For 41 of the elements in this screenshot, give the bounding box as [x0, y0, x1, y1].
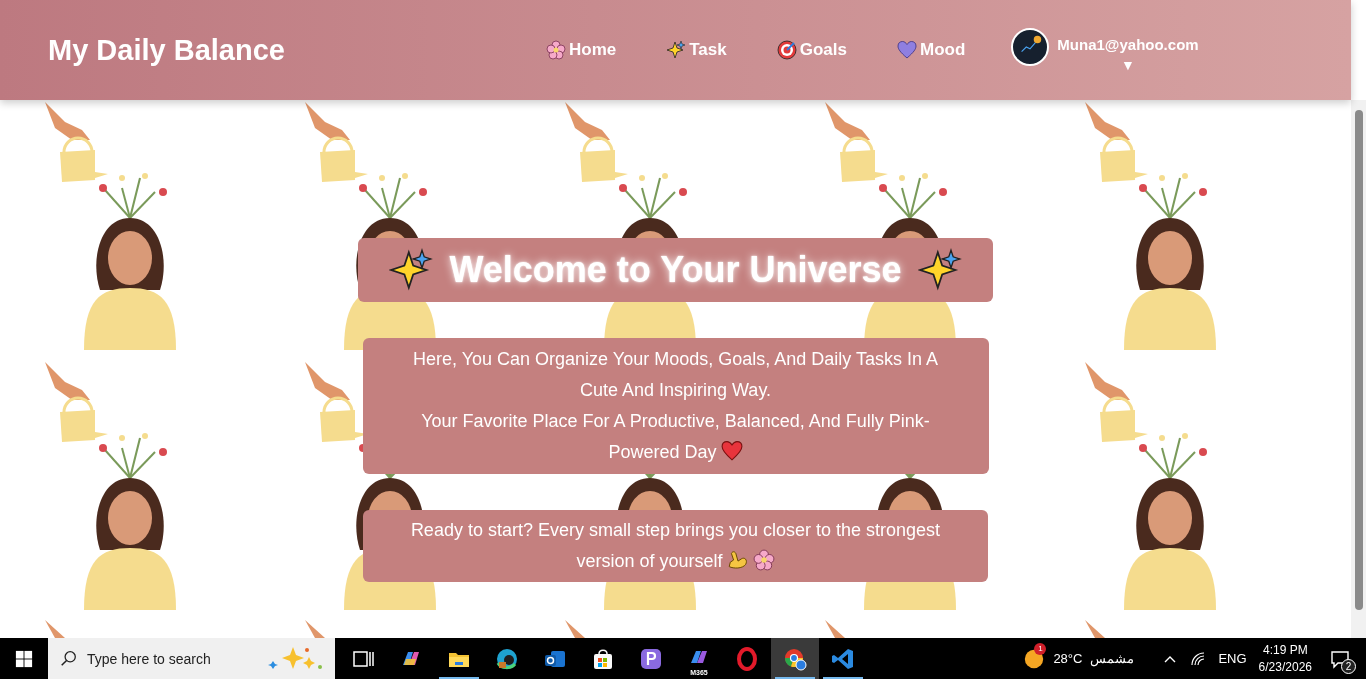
- flowers-drawing: [99, 173, 167, 219]
- target-icon: [776, 40, 797, 60]
- heart-icon: [897, 40, 917, 60]
- scrollbar[interactable]: [1351, 100, 1366, 638]
- brand-title: My Daily Balance: [48, 33, 286, 67]
- taskbar-app[interactable]: [771, 638, 819, 679]
- weather-condition: مشمس: [1090, 651, 1135, 666]
- flowers-drawing: [99, 433, 167, 479]
- language-indicator[interactable]: ENG: [1218, 651, 1247, 666]
- heart-icon: [720, 440, 743, 462]
- ring-o-icon: [735, 646, 759, 671]
- flowers-drawing: [879, 173, 947, 219]
- user-email: Muna1@yahoo.com: [1057, 35, 1199, 53]
- flower-icon: [752, 549, 775, 571]
- search-field[interactable]: Type here to search: [48, 638, 335, 679]
- flower-icon: [546, 40, 566, 60]
- code-editor-icon: [831, 646, 855, 671]
- avatar[interactable]: [1011, 27, 1050, 66]
- wifi-icon[interactable]: [1190, 650, 1207, 667]
- notifications-button[interactable]: 2: [1324, 643, 1356, 674]
- message-icon: [1330, 648, 1350, 669]
- flowers-drawing: [1139, 433, 1207, 479]
- clock-time[interactable]: 4:19 PM: [1262, 641, 1308, 659]
- sparkles-icon: [666, 40, 687, 60]
- notification-count: 2: [1341, 658, 1356, 674]
- clock-date[interactable]: 6/23/2026: [1258, 658, 1312, 676]
- search-icon: [60, 650, 77, 667]
- letter-p-icon: [639, 646, 663, 671]
- cta-text: Ready to start? Every small step brings you closer to the strongest version of yourself: [409, 519, 942, 573]
- sparkles-icon: [389, 248, 434, 292]
- welcome-title: Welcome to Your Universe: [358, 238, 993, 302]
- app-icon: [783, 646, 807, 671]
- app-icon: [495, 646, 519, 671]
- flowers-drawing: [619, 173, 687, 219]
- intro-text: Here, You Can Organize Your Moods, Goals, And Daily Tasks In A Cute And Inspiring Way.: [412, 348, 939, 402]
- intro-text: Your Favorite Place For A Productive, Balanced, And Fully Pink-Powered Day: [420, 410, 931, 464]
- temperature-text: 28°C: [1053, 651, 1083, 666]
- flowers-drawing: [359, 173, 427, 219]
- notification-badge: 1: [1034, 642, 1047, 655]
- flowers-drawing: [1139, 173, 1207, 219]
- sparkles-icon: [917, 248, 962, 292]
